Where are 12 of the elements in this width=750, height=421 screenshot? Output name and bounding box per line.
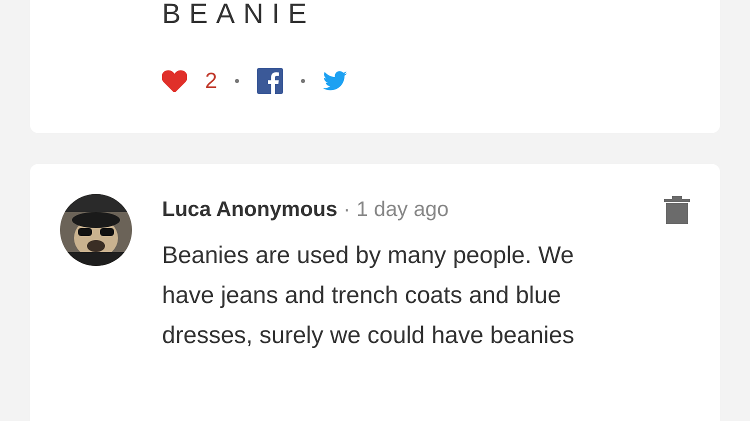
dot-separator [235,78,240,82]
comment-author[interactable]: Luca Anonymous [162,194,338,226]
comment-body: Beanies are used by many people. We have jeans and trench coats and blue dresses, surely we could have beanies [162,240,576,350]
facebook-icon[interactable] [257,68,284,94]
heart-icon[interactable] [162,70,187,92]
comment-time: 1 day ago [356,197,449,223]
separator: · [343,197,350,223]
trash-icon[interactable] [664,196,690,224]
post-title: BEANIE [162,0,316,28]
bird-icon[interactable] [323,70,348,90]
dot-separator [301,78,306,82]
like-count: 2 [205,67,218,95]
